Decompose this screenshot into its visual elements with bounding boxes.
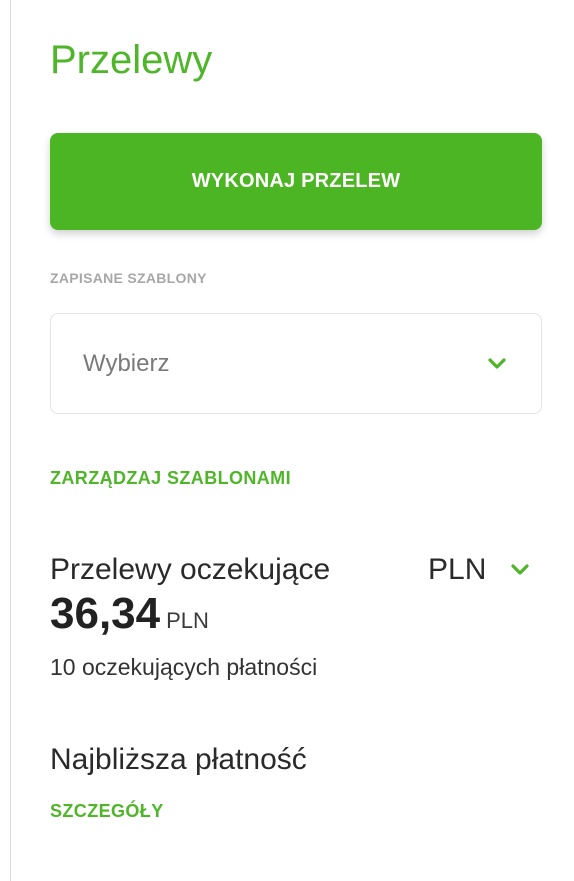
make-transfer-button[interactable]: WYKONAJ PRZELEW (50, 133, 542, 230)
pending-amount-currency: PLN (166, 608, 209, 633)
page-title: Przelewy (50, 38, 213, 82)
manage-templates-link[interactable]: ZARZĄDZAJ SZABLONAMI (50, 468, 291, 489)
template-select[interactable]: Wybierz (50, 313, 542, 414)
saved-templates-label: ZAPISANE SZABLONY (50, 270, 207, 286)
chevron-down-icon (488, 358, 506, 369)
currency-selector-value: PLN (428, 553, 487, 586)
pending-payments-count: 10 oczekujących płatności (50, 654, 318, 680)
pending-transfers-label: Przelewy oczekujące (50, 553, 331, 586)
details-link[interactable]: SZCZEGÓŁY (50, 801, 164, 822)
template-select-value: Wybierz (83, 350, 170, 377)
panel-divider (10, 0, 11, 881)
transfers-panel: Przelewy WYKONAJ PRZELEW ZAPISANE SZABLO… (0, 0, 574, 881)
pending-amount-value: 36,34 (50, 589, 161, 638)
pending-amount: 36,34 PLN (50, 588, 209, 640)
currency-selector[interactable]: PLN (428, 552, 538, 588)
chevron-down-icon (511, 564, 529, 575)
next-payment-label: Najbliższa płatność (50, 743, 307, 776)
